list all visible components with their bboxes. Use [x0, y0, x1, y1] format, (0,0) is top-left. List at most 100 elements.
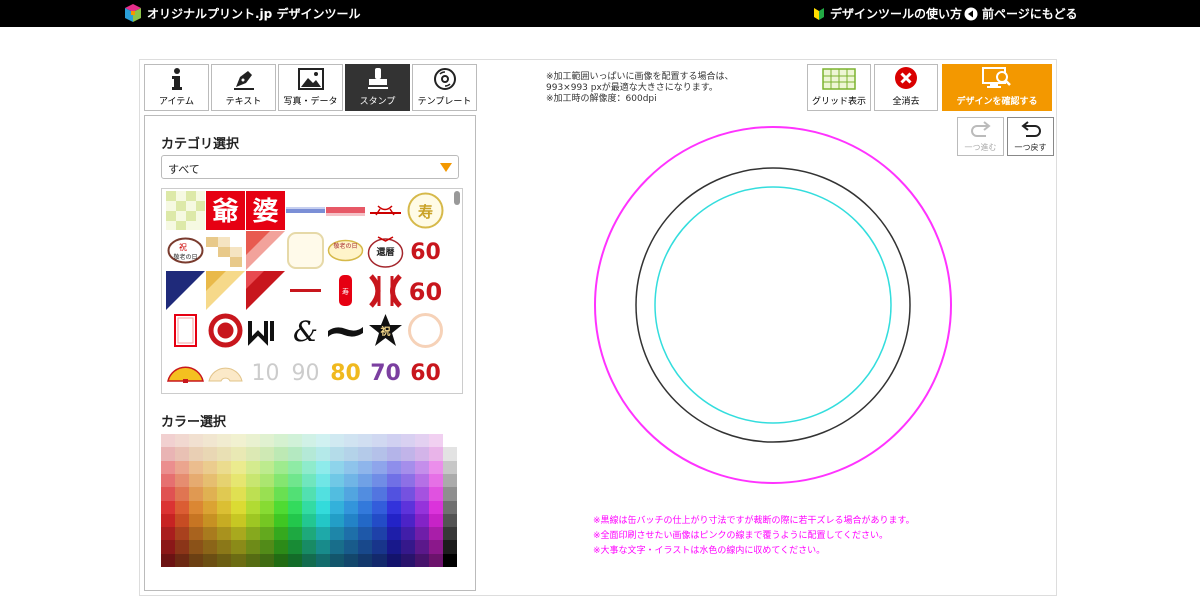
color-swatch[interactable] [273, 513, 288, 528]
color-swatch[interactable] [231, 447, 246, 461]
color-swatch[interactable] [442, 500, 457, 514]
stamp-border-red[interactable] [326, 191, 365, 230]
color-swatch[interactable] [259, 540, 274, 554]
color-swatch[interactable] [175, 447, 190, 461]
color-swatch[interactable] [428, 447, 443, 461]
color-swatch[interactable] [175, 553, 190, 567]
color-swatch[interactable] [217, 447, 232, 461]
color-swatch[interactable] [217, 460, 232, 474]
color-swatch[interactable] [301, 434, 317, 448]
color-swatch[interactable] [287, 513, 302, 528]
color-swatch[interactable] [400, 540, 415, 554]
color-swatch[interactable] [175, 540, 190, 554]
color-swatch[interactable] [189, 540, 204, 554]
color-swatch[interactable] [344, 527, 359, 541]
stamp-corner-red[interactable] [246, 231, 285, 270]
stamp-kanji-grandma[interactable]: 婆 [246, 191, 285, 230]
color-swatch[interactable] [217, 487, 232, 501]
color-swatch[interactable] [273, 500, 288, 514]
color-swatch[interactable] [414, 487, 429, 501]
stamp-frame-peach[interactable] [406, 311, 445, 350]
stamp-sakura-celebrate[interactable]: 祝 [366, 311, 405, 350]
color-swatch[interactable] [386, 447, 401, 461]
color-swatch[interactable] [414, 473, 429, 488]
color-swatch[interactable] [344, 473, 359, 488]
color-swatch[interactable] [414, 447, 429, 461]
color-swatch[interactable] [259, 487, 274, 501]
color-swatch[interactable] [245, 553, 260, 567]
redo-button[interactable]: 一つ進む [957, 117, 1004, 156]
color-swatch[interactable] [231, 473, 246, 488]
color-swatch[interactable] [316, 447, 331, 461]
stamp-partial[interactable] [366, 391, 405, 393]
color-swatch[interactable] [428, 487, 443, 501]
stamp-fan-cream[interactable] [206, 351, 245, 390]
color-swatch[interactable] [231, 540, 246, 554]
color-swatch[interactable] [175, 527, 190, 541]
color-swatch[interactable] [442, 527, 457, 541]
color-swatch[interactable] [386, 540, 401, 554]
color-swatch[interactable] [330, 487, 345, 501]
color-swatch[interactable] [344, 500, 359, 514]
color-swatch[interactable] [330, 540, 345, 554]
color-swatch[interactable] [386, 487, 401, 501]
color-swatch[interactable] [245, 460, 260, 474]
color-swatch[interactable] [301, 460, 317, 474]
color-swatch[interactable] [414, 434, 429, 448]
color-swatch[interactable] [316, 460, 331, 474]
color-swatch[interactable] [189, 473, 204, 488]
color-swatch[interactable] [273, 487, 288, 501]
color-swatch[interactable] [400, 473, 415, 488]
help-link[interactable]: デザインツールの使い方 [812, 5, 962, 22]
color-swatch[interactable] [287, 527, 302, 541]
color-swatch[interactable] [203, 540, 218, 554]
color-swatch[interactable] [161, 553, 176, 567]
color-swatch[interactable] [330, 553, 345, 567]
color-swatch[interactable] [400, 434, 415, 448]
color-swatch[interactable] [301, 500, 317, 514]
color-swatch[interactable] [330, 460, 345, 474]
color-swatch[interactable] [189, 527, 204, 541]
color-swatch[interactable] [287, 500, 302, 514]
stamp-checker-pattern[interactable] [166, 191, 205, 230]
tab-item[interactable]: アイテム [144, 64, 209, 111]
color-swatch[interactable] [161, 500, 176, 514]
stamp-script-glyph[interactable] [246, 311, 285, 350]
stamp-ampersand[interactable]: & [286, 311, 325, 350]
color-swatch[interactable] [330, 473, 345, 488]
color-swatch[interactable] [414, 527, 429, 541]
color-swatch[interactable] [287, 434, 302, 448]
stamp-partial[interactable] [166, 391, 205, 393]
color-swatch[interactable] [386, 473, 401, 488]
color-swatch[interactable] [259, 460, 274, 474]
color-swatch[interactable] [259, 527, 274, 541]
color-swatch[interactable] [428, 434, 443, 448]
color-swatch[interactable] [273, 460, 288, 474]
stamp-partial[interactable] [406, 391, 445, 393]
color-swatch[interactable] [358, 473, 373, 488]
color-swatch[interactable] [386, 460, 401, 474]
color-swatch[interactable] [161, 434, 176, 448]
color-swatch[interactable] [344, 460, 359, 474]
stamp-corner-crimson[interactable] [246, 271, 285, 310]
color-swatch[interactable] [400, 553, 415, 567]
color-swatch[interactable] [358, 460, 373, 474]
color-swatch[interactable] [273, 473, 288, 488]
stamp-frame-cream[interactable] [286, 231, 325, 270]
stamp-list[interactable]: 爺 婆 寿 祝敬老の日 敬老の日 還暦 60 寿 60 & 祝 10 90 80… [161, 188, 463, 394]
stamp-lantern[interactable]: 寿 [326, 271, 365, 310]
color-swatch[interactable] [358, 487, 373, 501]
color-swatch[interactable] [316, 513, 331, 528]
color-swatch[interactable] [175, 513, 190, 528]
back-link[interactable]: 前ページにもどる [964, 5, 1078, 22]
color-swatch[interactable] [217, 513, 232, 528]
color-swatch[interactable] [217, 434, 232, 448]
color-swatch[interactable] [428, 513, 443, 528]
stamp-list-scrollbar[interactable] [454, 191, 460, 205]
color-swatch[interactable] [245, 447, 260, 461]
color-swatch[interactable] [386, 500, 401, 514]
color-swatch[interactable] [245, 487, 260, 501]
color-swatch[interactable] [442, 473, 457, 488]
stamp-number-100[interactable]: 10 [246, 351, 285, 390]
color-swatch[interactable] [400, 487, 415, 501]
